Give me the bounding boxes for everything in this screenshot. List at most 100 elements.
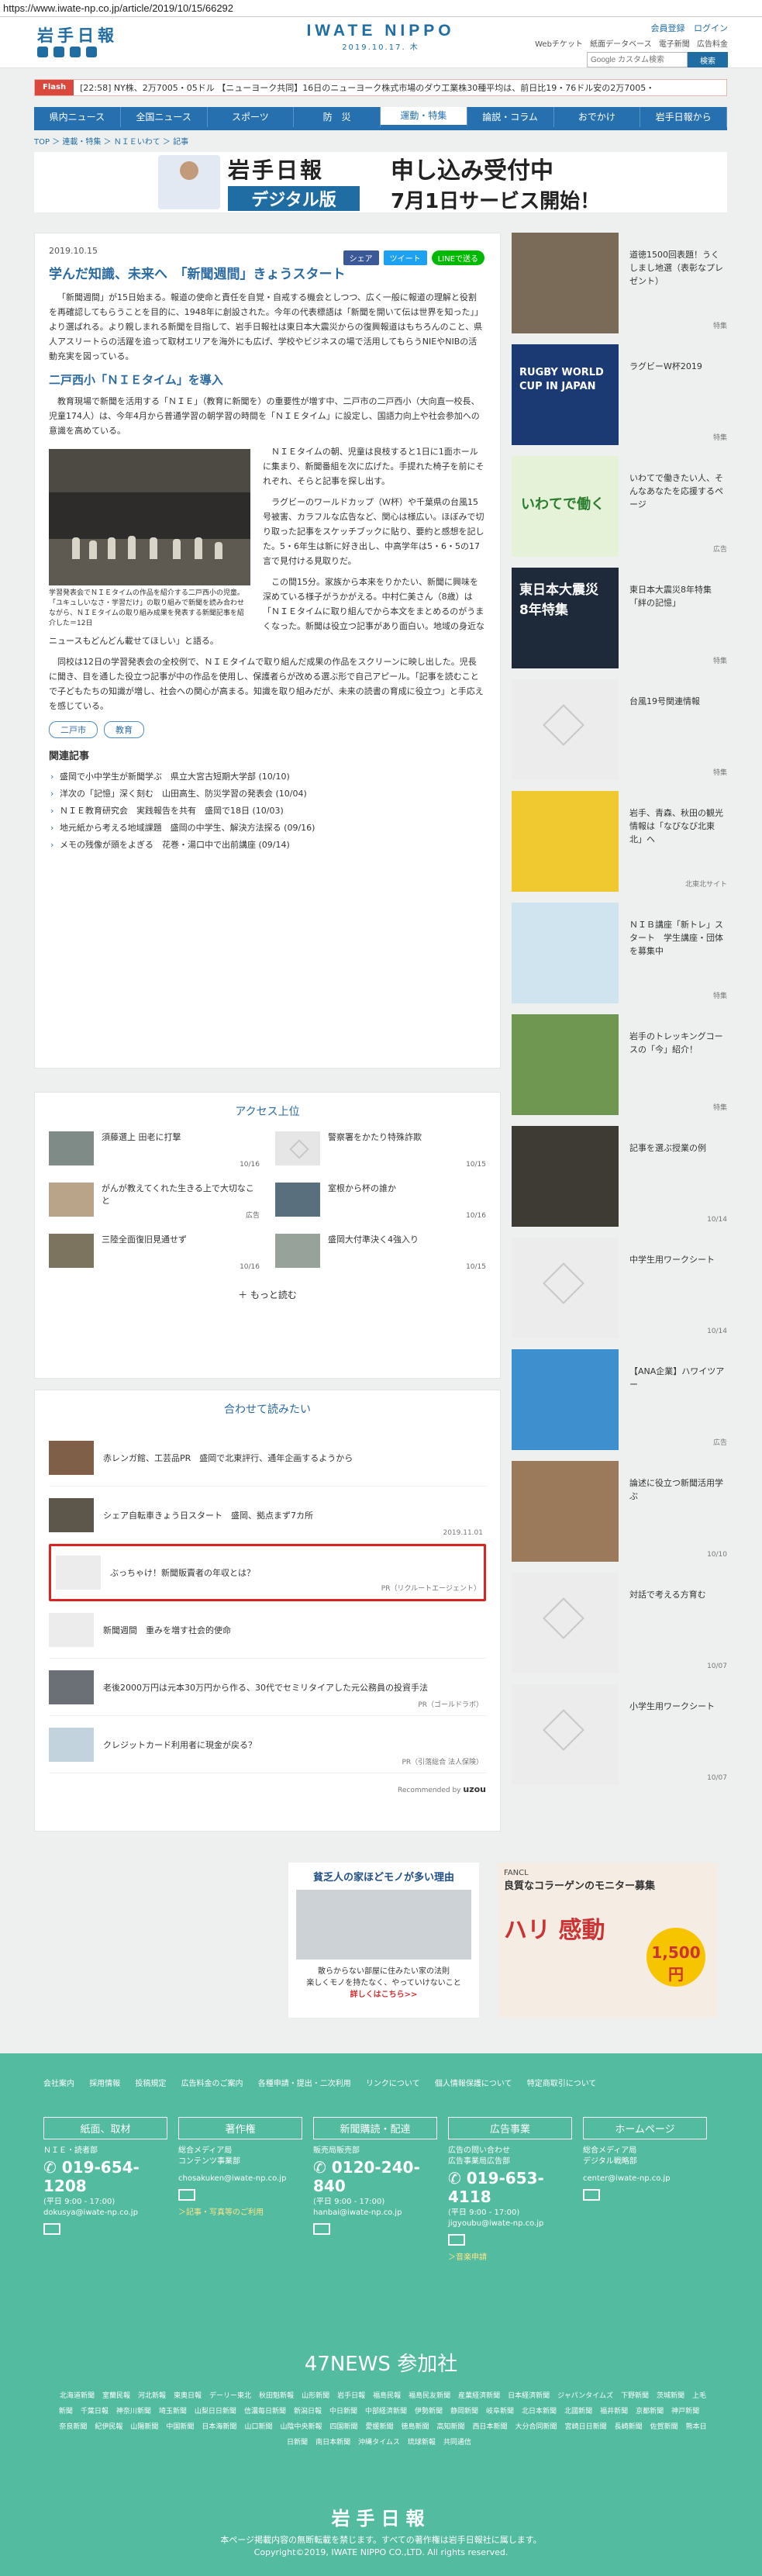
- 47news-member[interactable]: 産業経済新聞: [458, 2392, 500, 2400]
- contact-phone[interactable]: ✆ 019-653-4118: [448, 2169, 572, 2206]
- 47news-member[interactable]: 中部経済新聞: [365, 2408, 407, 2415]
- 47news-member[interactable]: ジャパンタイムズ: [557, 2392, 613, 2400]
- 47news-member[interactable]: 岩手日報: [337, 2392, 365, 2400]
- nav-item-columns[interactable]: 論説・コラム: [467, 107, 554, 127]
- 47news-member[interactable]: 北國新聞: [564, 2408, 592, 2415]
- sidebar-item[interactable]: 記事を選ぶ授業の例 10/14: [512, 1126, 727, 1238]
- ranking-item[interactable]: 警察署をかたり特殊詐欺 10/15: [275, 1131, 486, 1169]
- sidebar-item[interactable]: 論述に役立つ新聞活用学ぶ 10/10: [512, 1461, 727, 1573]
- 47news-member[interactable]: 長崎新聞: [615, 2423, 643, 2431]
- mail-icon[interactable]: [448, 2234, 465, 2246]
- 47news-member[interactable]: 東奥日報: [174, 2392, 202, 2400]
- sidebar-item[interactable]: 対話で考える方育む 10/07: [512, 1573, 727, 1684]
- ranking-more-link[interactable]: ＋ もっと読む: [49, 1288, 486, 1301]
- nav-item-sports[interactable]: スポーツ: [208, 107, 295, 127]
- 47news-member[interactable]: 神奈川新聞: [116, 2408, 151, 2415]
- 47news-member[interactable]: 秋田魁新報: [259, 2392, 294, 2400]
- sub-link[interactable]: 電子新聞: [659, 40, 690, 49]
- related-article-link[interactable]: 地元紙から考える地域課題 盛岡の中学生、解決方法探る (09/16): [49, 820, 484, 837]
- 47news-member[interactable]: 福島民友新聞: [409, 2392, 450, 2400]
- recommendation-item-highlighted[interactable]: ぶっちゃけ！新聞販賣者の年収とは？ PR（リクルートエージェント）: [49, 1544, 486, 1601]
- footer-link[interactable]: 特定商取引について: [527, 2080, 597, 2088]
- 47news-member[interactable]: 河北新報: [138, 2392, 166, 2400]
- 47news-member[interactable]: 大分合同新聞: [515, 2423, 557, 2431]
- ranking-item[interactable]: 盛岡大付準決く4強入り 10/15: [275, 1234, 486, 1271]
- recommendation-item[interactable]: シェア自転車きょう日スタート 盛岡、拠点まず7カ所 2019.11.01: [49, 1487, 486, 1544]
- mail-icon[interactable]: [43, 2223, 60, 2235]
- line-share-button[interactable]: LINEで送る: [431, 250, 484, 265]
- twitter-share-button[interactable]: ツイート: [383, 250, 427, 265]
- powered-by[interactable]: Recommended by uzou: [49, 1784, 486, 1794]
- related-article-link[interactable]: ＮＩＥ教育研究会 実践報告を共有 盛岡で18日 (10/03): [49, 803, 484, 820]
- sidebar-item[interactable]: 中学生用ワークシート 10/14: [512, 1238, 727, 1349]
- breadcrumb[interactable]: TOP ＞ 連載・特集 ＞ ＮＩＥいわて ＞ 記事: [34, 135, 188, 147]
- facebook-icon[interactable]: [53, 47, 64, 57]
- recommendation-item[interactable]: 老後2000万円は元本30万円から作る、30代でセミリタイアした元公務員の投資手…: [49, 1659, 486, 1716]
- 47news-member[interactable]: 奈良新聞: [59, 2423, 87, 2431]
- recommendation-item[interactable]: クレジットカード利用者に現金が戻る？ PR（引落総合 法人保険）: [49, 1716, 486, 1773]
- tag-ninohe[interactable]: 二戸市: [49, 721, 98, 738]
- nav-item-national[interactable]: 全国ニュース: [121, 107, 208, 127]
- mail-icon[interactable]: [313, 2223, 330, 2235]
- ranking-item[interactable]: 須藤選上 田老に打撃 10/16: [49, 1131, 260, 1169]
- 47news-member[interactable]: 日本経済新聞: [508, 2392, 550, 2400]
- footer-logo[interactable]: 岩手日報: [0, 2503, 762, 2530]
- contact-email[interactable]: jigyoubu@iwate-np.co.jp: [448, 2219, 572, 2229]
- related-article-link[interactable]: 盛岡で小中学生が新聞学ぶ 県立大宮古短期大学部 (10/10): [49, 768, 484, 786]
- footer-link[interactable]: 会社案内: [43, 2080, 74, 2088]
- sidebar-item[interactable]: 台風19号関連情報 特集: [512, 679, 727, 791]
- sub-link[interactable]: 紙面データベース: [590, 40, 652, 49]
- flash-news-bar[interactable]: Flash [22:58] NY株、2万7005・05ドル 【ニューヨーク共同】…: [34, 79, 727, 96]
- 47news-member[interactable]: 四国新聞: [329, 2423, 357, 2431]
- 47news-member[interactable]: 宮崎日日新聞: [565, 2423, 607, 2431]
- recommendation-item[interactable]: 赤レンガ館、工芸品PR 盛岡で北東評行、通年企画するようから: [49, 1429, 486, 1487]
- sidebar-item[interactable]: 【ANA企業】ハワイツアー 広告: [512, 1349, 727, 1461]
- ranking-item[interactable]: 三陸全面復旧見通せず 10/16: [49, 1234, 260, 1271]
- 47news-member[interactable]: 静岡新聞: [450, 2408, 478, 2415]
- login-link[interactable]: ログイン: [694, 23, 728, 33]
- sidebar-item[interactable]: ＮＩＢ講座「新トレ」スタート 学生講座・団体を募集中 特集: [512, 903, 727, 1014]
- related-article-link[interactable]: メモの残像が頭をよぎる 花巻・湯口中で出前講座 (09/14): [49, 837, 484, 854]
- 47news-member[interactable]: デーリー東北: [209, 2392, 251, 2400]
- 47news-member[interactable]: 伊勢新聞: [415, 2408, 443, 2415]
- 47news-member[interactable]: 室蘭民報: [102, 2392, 130, 2400]
- ad-banner-book[interactable]: 貧乏人の家ほどモノが多い理由 散らからない部屋に住みたい家の法則 楽しくモノを持…: [288, 1863, 479, 2018]
- 47news-member[interactable]: 山梨日日新聞: [195, 2408, 236, 2415]
- 47news-member[interactable]: 山形新聞: [302, 2392, 329, 2400]
- 47news-member[interactable]: 中日新聞: [329, 2408, 357, 2415]
- twitter-icon[interactable]: [37, 47, 48, 57]
- mail-icon[interactable]: [178, 2189, 195, 2201]
- search-button[interactable]: 検索: [688, 52, 728, 67]
- center-logo[interactable]: IWATE NIPPO 2019.10.17. 木: [301, 22, 460, 52]
- 47news-member[interactable]: 北海道新聞: [60, 2392, 95, 2400]
- facebook-share-button[interactable]: シェア: [343, 250, 379, 265]
- 47news-member[interactable]: 琉球新報: [408, 2439, 436, 2447]
- 47news-member[interactable]: 京都新聞: [636, 2408, 664, 2415]
- footer-link[interactable]: 各種申請・提出・二次利用: [258, 2080, 351, 2088]
- 47news-member[interactable]: 福島民報: [373, 2392, 401, 2400]
- 47news-member[interactable]: 高知新聞: [437, 2423, 465, 2431]
- nav-item-features[interactable]: 運動・特集: [381, 107, 467, 127]
- article-photo[interactable]: [49, 449, 250, 585]
- ad-banner-fancl[interactable]: FANCL 良質なコラーゲンのモニター募集 ハリ 感動 1,500円: [498, 1863, 718, 2018]
- 47news-member[interactable]: 日本海新聞: [202, 2423, 236, 2431]
- 47news-member[interactable]: 神戸新聞: [671, 2408, 699, 2415]
- 47news-member[interactable]: 紀伊民報: [95, 2423, 122, 2431]
- nav-item-disaster[interactable]: 防 災: [294, 107, 381, 127]
- 47news-member[interactable]: 中国新聞: [166, 2423, 194, 2431]
- ranking-item[interactable]: 室根から杯の誰か 10/16: [275, 1183, 486, 1220]
- nav-item-outing[interactable]: おでかけ: [554, 107, 641, 127]
- contact-link[interactable]: ＞記事・写真等のご利用: [178, 2205, 302, 2217]
- site-logo[interactable]: 岩手日報: [37, 23, 118, 47]
- 47news-member[interactable]: 岐阜新聞: [486, 2408, 514, 2415]
- 47news-member[interactable]: 福井新聞: [600, 2408, 628, 2415]
- tag-education[interactable]: 教育: [104, 721, 144, 738]
- 47news-member[interactable]: 埼玉新聞: [159, 2408, 187, 2415]
- sidebar-item[interactable]: 小学生用ワークシート 10/07: [512, 1684, 727, 1796]
- 47news-member[interactable]: 沖縄タイムス: [358, 2439, 400, 2447]
- mail-icon[interactable]: [583, 2189, 600, 2201]
- youtube-icon[interactable]: [70, 47, 81, 57]
- 47news-member[interactable]: 共同通信: [443, 2439, 471, 2447]
- nav-item-from-nippo[interactable]: 岩手日報から: [640, 107, 727, 127]
- sidebar-item[interactable]: 岩手のトレッキングコースの「今」紹介！ 特集: [512, 1014, 727, 1126]
